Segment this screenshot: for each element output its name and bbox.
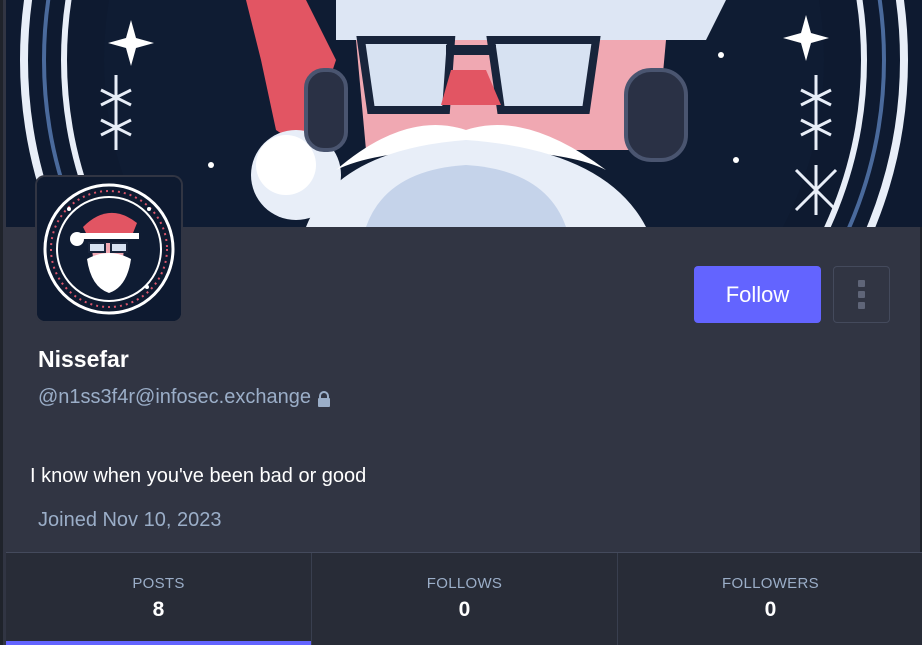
- tab-count: 8: [152, 598, 165, 621]
- avatar-image: [37, 177, 181, 321]
- tab-label: FOLLOWERS: [722, 575, 819, 592]
- avatar[interactable]: [35, 175, 183, 323]
- tab-label: POSTS: [132, 575, 185, 592]
- tab-count: 0: [458, 598, 471, 621]
- tab-followers[interactable]: FOLLOWERS 0: [618, 553, 922, 645]
- tab-count: 0: [764, 598, 777, 621]
- joined-date: Joined Nov 10, 2023: [38, 509, 222, 531]
- account-handle: @n1ss3f4r@infosec.exchange: [38, 386, 331, 409]
- profile-tabs: POSTS 8 FOLLOWS 0 FOLLOWERS 0: [6, 552, 922, 645]
- handle-text: @n1ss3f4r@infosec.exchange: [38, 386, 311, 408]
- lock-icon: [317, 390, 331, 407]
- tab-follows[interactable]: FOLLOWS 0: [312, 553, 618, 645]
- kebab-menu-icon: [858, 280, 865, 309]
- follow-button[interactable]: Follow: [694, 266, 821, 323]
- display-name: Nissefar: [38, 346, 129, 372]
- more-options-button[interactable]: [833, 266, 890, 323]
- profile-page: Follow Nissefar @n1ss3f4r@infosec.exchan…: [0, 0, 922, 645]
- tab-posts[interactable]: POSTS 8: [6, 553, 312, 645]
- profile-bio: I know when you've been bad or good: [30, 465, 367, 487]
- tab-label: FOLLOWS: [426, 575, 503, 592]
